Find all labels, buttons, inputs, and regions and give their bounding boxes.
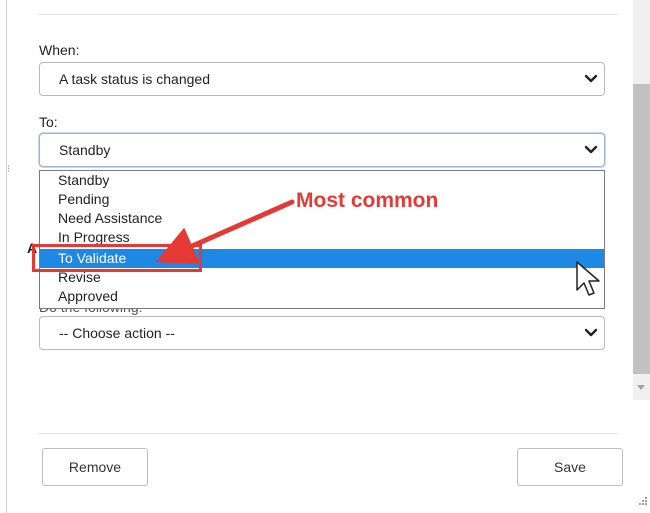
panel-border [6,0,7,513]
when-select[interactable]: A task status is changed [39,62,605,96]
to-select-value: Standby [59,142,111,158]
save-button[interactable]: Save [517,448,623,486]
bottom-divider [38,433,618,434]
when-select-value: A task status is changed [59,71,210,87]
vertical-scrollbar[interactable] [633,0,650,400]
scroll-down-arrow-icon[interactable] [637,385,645,390]
chevron-down-icon [584,328,598,337]
mouse-pointer-icon [576,261,600,296]
option-approved[interactable]: Approved [40,287,604,306]
top-divider [38,14,618,15]
annotation-text: Most common [296,189,439,212]
when-label: When: [39,42,80,58]
resize-grip-icon[interactable] [636,496,648,508]
drag-handle-icon[interactable]: ⁝ [7,165,10,175]
action-select[interactable]: -- Choose action -- [39,316,605,350]
action-select-value: -- Choose action -- [59,325,175,341]
chevron-down-icon [584,74,598,83]
annotation-arrow-icon [155,199,295,265]
scrollbar-thumb[interactable] [633,84,650,374]
option-standby[interactable]: Standby [40,171,604,190]
to-label: To: [39,114,58,130]
chevron-down-icon [584,145,598,154]
remove-button[interactable]: Remove [42,448,148,486]
to-select[interactable]: Standby [39,133,605,167]
